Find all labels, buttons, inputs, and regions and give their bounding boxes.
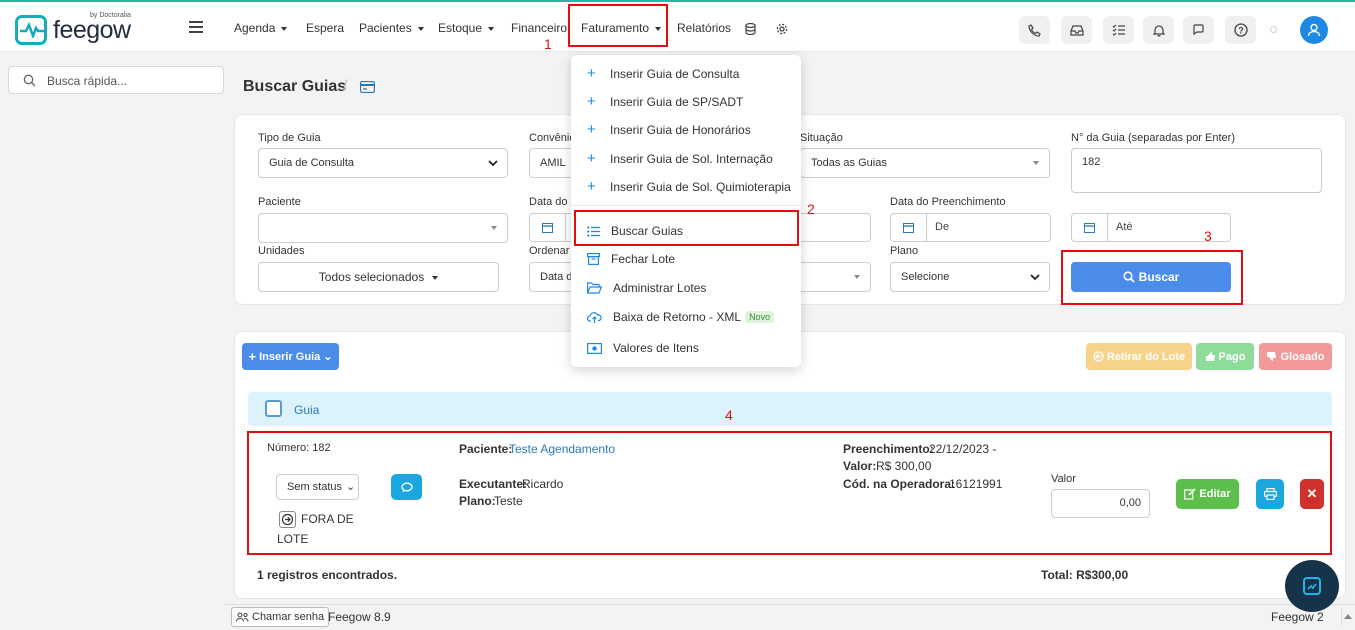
nguia-textarea[interactable]: 182 — [1071, 148, 1322, 193]
cloud-upload-icon — [587, 311, 602, 323]
data-ate-input[interactable] — [795, 213, 871, 242]
convenio-label: Convênio — [529, 132, 576, 144]
nav-agenda[interactable]: Agenda — [234, 2, 288, 54]
user-avatar-icon[interactable] — [1300, 16, 1328, 44]
annotation-box-3 — [1061, 250, 1243, 305]
nav-financeiro[interactable]: Financeiro — [511, 2, 567, 54]
paciente-select[interactable] — [258, 213, 508, 243]
quick-search-placeholder: Busca rápida... — [47, 74, 128, 88]
arrow-circle-icon — [1093, 351, 1104, 362]
menu-divider — [571, 205, 801, 206]
annotation-box-2 — [574, 210, 799, 246]
users-icon — [236, 612, 249, 622]
glosado-button[interactable]: Glosado — [1259, 343, 1332, 370]
annotation-box-1 — [568, 4, 668, 47]
menu-inserir-consulta[interactable]: + Inserir Guia de Consulta — [587, 66, 739, 81]
calendar-icon — [1072, 214, 1108, 241]
menu-inserir-honorarios[interactable]: + Inserir Guia de Honorários — [587, 122, 751, 137]
money-icon — [587, 342, 602, 354]
ordenar-dir-select[interactable] — [795, 262, 871, 292]
brand-by: by Doctoralia — [90, 12, 131, 19]
thumbs-up-icon — [1205, 352, 1215, 361]
bell-icon[interactable] — [1143, 16, 1174, 44]
chevron-down-icon — [488, 160, 498, 167]
plano-label: Plano — [890, 245, 919, 257]
annotation-box-4 — [247, 431, 1332, 555]
menu-valores-itens[interactable]: Valores de Itens — [587, 341, 699, 355]
data-label: Data do — [529, 196, 568, 208]
unidades-select[interactable]: Todos selecionados — [258, 262, 499, 292]
menu-fechar-lote[interactable]: Fechar Lote — [587, 252, 675, 266]
thumbs-down-icon — [1267, 352, 1277, 361]
help-icon[interactable]: ? — [1225, 16, 1256, 44]
footer-right: Feegow 2 — [1271, 610, 1324, 624]
hamburger-icon[interactable] — [189, 21, 203, 33]
calendar-icon — [891, 214, 927, 241]
nav-estoque[interactable]: Estoque — [438, 2, 495, 54]
screen-share-icon — [1303, 577, 1321, 595]
annotation-1: 1 — [544, 36, 552, 52]
nav-relatorios[interactable]: Relatórios — [677, 2, 731, 54]
situacao-label: Situação — [800, 132, 843, 144]
guia-header-row: Guia — [248, 392, 1332, 426]
folder-open-icon — [587, 282, 602, 294]
preench-label: Data do Preenchimento — [890, 196, 1006, 208]
novo-badge: Novo — [745, 311, 775, 323]
chamar-senha-button[interactable]: Chamar senha — [231, 607, 330, 627]
breadcrumb-separator: / — [343, 78, 348, 95]
tipo-label: Tipo de Guia — [258, 132, 321, 144]
widget-fab[interactable] — [1285, 560, 1339, 612]
ordenar-label: Ordenar — [529, 245, 570, 257]
footer — [224, 604, 1355, 630]
annotation-3: 3 — [1204, 228, 1212, 244]
annotation-4: 4 — [725, 407, 733, 423]
paciente-label: Paciente — [258, 196, 301, 208]
chevron-down-icon — [1030, 274, 1040, 281]
menu-inserir-sadt[interactable]: + Inserir Guia de SP/SADT — [587, 94, 743, 109]
inserir-guia-button[interactable]: + Inserir Guia ⌄ — [242, 343, 339, 370]
gear-icon[interactable] — [776, 2, 788, 54]
retirar-lote-button[interactable]: Retirar do Lote — [1086, 343, 1192, 370]
inbox-icon[interactable] — [1061, 16, 1092, 44]
calendar-icon — [530, 214, 566, 241]
checklist-icon[interactable] — [1103, 16, 1134, 44]
heartbeat-icon — [15, 15, 47, 45]
status-dot — [1270, 26, 1277, 33]
preench-de-input[interactable]: De — [890, 213, 1051, 242]
annotation-2: 2 — [807, 201, 815, 217]
menu-inserir-quimioterapia[interactable]: + Inserir Guia de Sol. Quimioterapia — [587, 179, 791, 194]
card-icon — [359, 80, 376, 96]
scroll-up-icon[interactable] — [1341, 608, 1353, 626]
menu-inserir-internacao[interactable]: + Inserir Guia de Sol. Internação — [587, 151, 773, 166]
guia-header-label: Guia — [294, 403, 320, 417]
registros-count: 1 registros encontrados. — [257, 568, 398, 582]
total-text: Total: R$300,00 — [1041, 568, 1129, 582]
unidades-label: Unidades — [258, 245, 305, 257]
nav-pacientes[interactable]: Pacientes — [359, 2, 424, 54]
pago-button[interactable]: Pago — [1196, 343, 1254, 370]
phone-icon[interactable] — [1019, 16, 1050, 44]
feegow-logo[interactable]: feegow by Doctoralia — [15, 12, 145, 48]
app-root: feegow by Doctoralia Agenda Espera Pacie… — [0, 0, 1355, 630]
menu-administrar-lotes[interactable]: Administrar Lotes — [587, 281, 706, 295]
select-all-checkbox[interactable] — [265, 400, 282, 417]
tipo-select[interactable]: Guia de Consulta — [258, 148, 508, 178]
nguia-label: N° da Guia (separadas por Enter) — [1071, 132, 1235, 144]
svg-text:?: ? — [1238, 26, 1244, 36]
situacao-select[interactable]: Todas as Guias — [800, 148, 1050, 178]
search-icon — [23, 74, 36, 87]
brand-name: feegow — [53, 16, 131, 44]
chat-icon[interactable] — [1183, 16, 1214, 44]
menu-baixa-retorno[interactable]: Baixa de Retorno - XML Novo — [587, 310, 775, 324]
quick-search-input[interactable]: Busca rápida... — [8, 66, 224, 94]
nav-espera[interactable]: Espera — [306, 2, 344, 54]
footer-version: Feegow 8.9 — [328, 610, 391, 624]
page-title: Buscar Guias — [243, 78, 347, 95]
database-icon[interactable] — [745, 2, 756, 54]
plano-select[interactable]: Selecione — [890, 262, 1050, 292]
top-bar: feegow by Doctoralia Agenda Espera Pacie… — [0, 0, 1355, 52]
archive-icon — [587, 253, 600, 265]
